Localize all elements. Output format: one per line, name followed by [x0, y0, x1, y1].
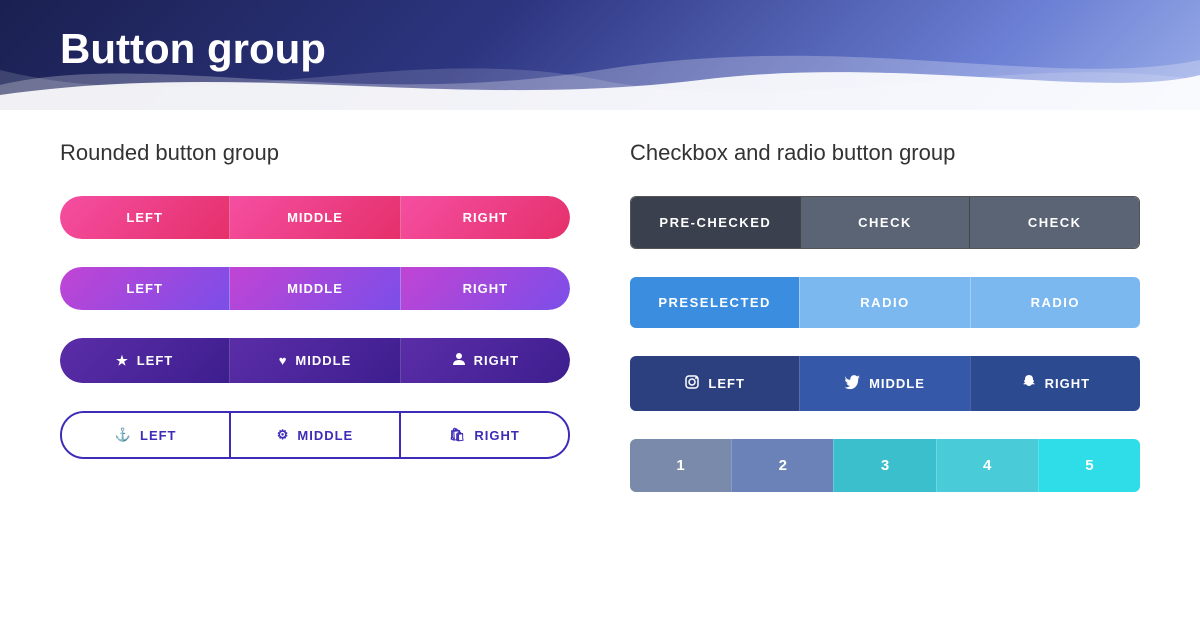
- left-section-title: Rounded button group: [60, 140, 570, 166]
- outlined-left-button[interactable]: ⚓ LEFT: [62, 413, 229, 457]
- dark-purple-button-group: ★ LEFT ♥ MIDDLE RIGHT: [60, 338, 570, 383]
- radio-button-group: PRESELECTED RADIO RADIO: [630, 277, 1140, 328]
- radio-button-2[interactable]: RADIO: [970, 277, 1140, 328]
- page-title: Button group: [60, 25, 326, 73]
- snapchat-icon: [1021, 374, 1037, 393]
- user-icon: [452, 352, 466, 369]
- header: Button group: [0, 0, 1200, 110]
- pink-button-group: LEFT MIDDLE RIGHT: [60, 196, 570, 239]
- purple-button-group: LEFT MIDDLE RIGHT: [60, 267, 570, 310]
- anchor-icon: ⚓: [115, 427, 132, 443]
- pink-left-button[interactable]: LEFT: [60, 196, 229, 239]
- social-button-group: LEFT MIDDLE RIGHT: [630, 356, 1140, 411]
- outlined-right-button[interactable]: 🛍 RIGHT: [399, 413, 568, 457]
- purple-left-button[interactable]: LEFT: [60, 267, 229, 310]
- checkbox-button-group: PRE-CHECKED CHECK CHECK: [630, 196, 1140, 249]
- preselected-button[interactable]: PRESELECTED: [630, 277, 799, 328]
- right-section: Checkbox and radio button group PRE-CHEC…: [630, 140, 1140, 492]
- instagram-icon: [684, 374, 700, 393]
- num-button-3[interactable]: 3: [833, 439, 935, 492]
- bag-icon: 🛍: [449, 427, 467, 443]
- main-content: Rounded button group LEFT MIDDLE RIGHT L…: [0, 110, 1200, 522]
- purple-middle-button[interactable]: MIDDLE: [229, 267, 399, 310]
- right-section-title: Checkbox and radio button group: [630, 140, 1140, 166]
- check-button-1[interactable]: CHECK: [800, 197, 970, 248]
- purple-right-button[interactable]: RIGHT: [400, 267, 570, 310]
- pink-right-button[interactable]: RIGHT: [400, 196, 570, 239]
- num-button-5[interactable]: 5: [1038, 439, 1140, 492]
- star-icon: ★: [116, 353, 129, 369]
- social-right-button[interactable]: RIGHT: [970, 356, 1140, 411]
- outlined-middle-button[interactable]: ⚙ MIDDLE: [229, 413, 398, 457]
- twitter-icon: [845, 374, 861, 393]
- gear-icon: ⚙: [277, 427, 290, 443]
- num-button-2[interactable]: 2: [731, 439, 833, 492]
- radio-button-1[interactable]: RADIO: [799, 277, 969, 328]
- pre-checked-button[interactable]: PRE-CHECKED: [631, 197, 800, 248]
- heart-icon: ♥: [279, 353, 288, 368]
- num-button-1[interactable]: 1: [630, 439, 731, 492]
- social-middle-button[interactable]: MIDDLE: [799, 356, 969, 411]
- left-section: Rounded button group LEFT MIDDLE RIGHT L…: [60, 140, 570, 492]
- num-button-4[interactable]: 4: [936, 439, 1038, 492]
- dark-purple-middle-button[interactable]: ♥ MIDDLE: [229, 338, 399, 383]
- pink-middle-button[interactable]: MIDDLE: [229, 196, 399, 239]
- outlined-button-group: ⚓ LEFT ⚙ MIDDLE 🛍 RIGHT: [60, 411, 570, 459]
- numbered-button-group: 1 2 3 4 5: [630, 439, 1140, 492]
- social-left-button[interactable]: LEFT: [630, 356, 799, 411]
- dark-purple-right-button[interactable]: RIGHT: [400, 338, 570, 383]
- check-button-2[interactable]: CHECK: [969, 197, 1139, 248]
- dark-purple-left-button[interactable]: ★ LEFT: [60, 338, 229, 383]
